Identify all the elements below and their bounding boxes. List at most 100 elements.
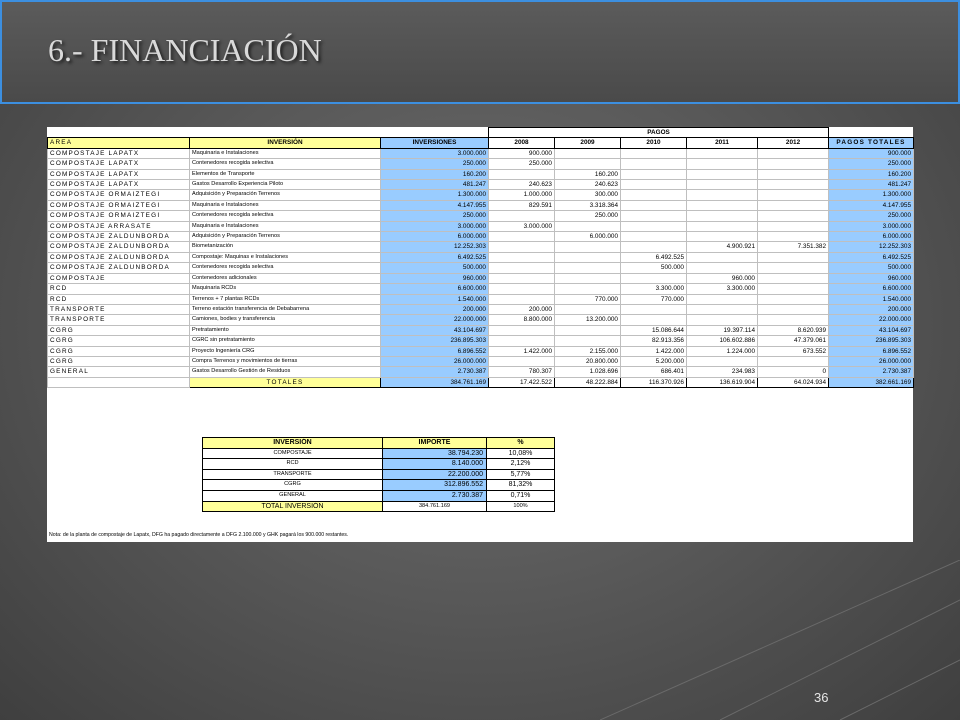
area-cell: GENERAL [47,366,190,378]
pagos-header: PAGOS [487,126,830,139]
amount-cell [686,158,758,170]
table-row: COMPOSTAJE LAPATX Contenedores recogida s… [47,158,915,170]
amount-cell [554,251,621,264]
amount-cell: 2.730.387 [828,366,915,378]
table-row: COMPOSTAJE ORMAIZTEGI Maquinaria e Instal… [47,199,915,212]
amount-cell [554,220,621,233]
amount-cell [686,262,758,274]
amount-cell: 1.540.000 [828,293,915,305]
investment-table: PAGOS AREA INVERSIÓN INVERSIONES 2008 2009 201… [47,126,915,389]
investment-cell: Pretratamiento [189,324,381,337]
amount-cell: 2.730.387 [380,366,489,378]
table-row: COMPOSTAJE Contenedores adicionales 960.00… [47,272,915,285]
area-cell: TRANSPORTE [47,314,190,326]
amount-cell [620,241,687,253]
table-row: RCD Maquinaria RCDs 6.600.000 3.300.000 3.30… [47,283,915,295]
amount-cell: 770.000 [554,293,621,305]
investment-cell: Maquinaria e Instalaciones [189,199,381,212]
amount-cell: 20.800.000 [554,355,621,368]
amount-cell [686,210,758,222]
amount-cell [554,241,621,253]
amount-cell: 3.318.364 [554,199,621,212]
investment-cell: Gastos Desarrollo Gestión de Residuos [189,366,381,378]
table-row: GENERAL Gastos Desarrollo Gestión de Resi… [47,366,915,378]
summary-value: 312.896.552 [382,479,487,491]
investment-cell: Compra Terrenos y movimientos de tierras [189,355,381,368]
column-header: 2010 [620,137,687,149]
area-cell: CGRG [47,355,190,368]
amount-cell: 7.351.382 [756,241,830,253]
summary-value: 2.730.387 [382,489,487,502]
header-row: AREA INVERSIÓN INVERSIONES 2008 2009 2010 2011… [47,137,915,149]
table-row: CGRG Pretratamiento 43.104.697 15.086.644 19… [47,324,915,337]
amount-cell [488,241,555,253]
empty-cell [381,128,489,138]
amount-cell: 6.492.525 [828,251,915,264]
amount-cell: 250.000 [828,210,915,222]
amount-cell: 12.252.303 [380,241,489,253]
amount-cell: 4.147.955 [380,199,489,212]
summary-label: TRANSPORTE [202,468,383,481]
amount-cell [756,283,830,295]
amount-cell: 6.492.525 [380,251,489,264]
amount-cell: 22.000.000 [380,314,489,326]
amount-cell [756,355,830,368]
amount-cell: 200.000 [828,303,915,316]
amount-cell: 500.000 [380,262,489,274]
amount-cell: 481.247 [380,179,489,191]
amount-cell [756,168,830,181]
amount-cell [756,272,830,285]
investment-cell: Contenedores recogida selectiva [189,210,381,222]
summary-label: RCD [202,458,383,470]
amount-cell [488,355,555,368]
column-header: 2008 [488,137,555,149]
column-header: 2009 [554,137,621,149]
empty-cell [190,128,381,138]
amount-cell: 960.000 [828,272,915,285]
summary-total: 100% [486,500,555,513]
amount-cell [756,293,830,305]
amount-cell: 13.200.000 [554,314,621,326]
total-cell: 384.761.169 [380,376,489,389]
amount-cell: 3.300.000 [620,283,687,295]
table-row: CGRG CGRC sin pretratamiento 236.895.303 82… [47,335,915,347]
amount-cell: 673.552 [756,345,830,357]
amount-cell: 43.104.697 [828,324,915,337]
table-row: TRANSPORTE Terreno estación transferencia… [47,303,915,316]
amount-cell: 686.401 [620,366,687,378]
amount-cell [488,293,555,305]
area-cell: RCD [47,283,190,295]
table-row: COMPOSTAJE ORMAIZTEGI Contenedores recogi… [47,210,915,222]
investment-cell: Elementos de Transporte [189,168,381,181]
area-cell: CGRG [47,324,190,337]
amount-cell: 8.620.939 [756,324,830,337]
amount-cell: 82.913.356 [620,335,687,347]
amount-cell: 6.000.000 [380,231,489,243]
amount-cell: 1.422.000 [620,345,687,357]
amount-cell [620,189,687,201]
summary-value: 10,08% [486,447,555,460]
amount-cell [554,272,621,285]
amount-cell: 3.000.000 [828,220,915,233]
area-cell: COMPOSTAJE ORMAIZTEGI [47,189,190,201]
table-row: RCD Terrenos + 7 plantas RCDs 1.540.000 770… [47,293,915,305]
amount-cell: 960.000 [380,272,489,285]
total-cell: 136.619.904 [686,376,758,389]
amount-cell: 6.492.525 [620,251,687,264]
amount-cell [488,251,555,264]
amount-cell: 250.000 [380,210,489,222]
summary-row: CGRG 312.896.552 81,32% [202,479,555,491]
summary-total: 384.761.169 [382,500,487,513]
amount-cell: 250.000 [554,210,621,222]
amount-cell: 5.200.000 [620,355,687,368]
amount-cell [554,158,621,170]
amount-cell: 829.591 [488,199,555,212]
page-number: 36 [814,690,829,705]
empty-cell [48,128,190,138]
table-row: COMPOSTAJE ZALDUNBORDA Biometanización 12.… [47,241,915,253]
amount-cell [756,179,830,191]
amount-cell: 26.000.000 [380,355,489,368]
amount-cell: 1.224.000 [686,345,758,357]
amount-cell: 1.300.000 [380,189,489,201]
area-cell: COMPOSTAJE ZALDUNBORDA [47,241,190,253]
